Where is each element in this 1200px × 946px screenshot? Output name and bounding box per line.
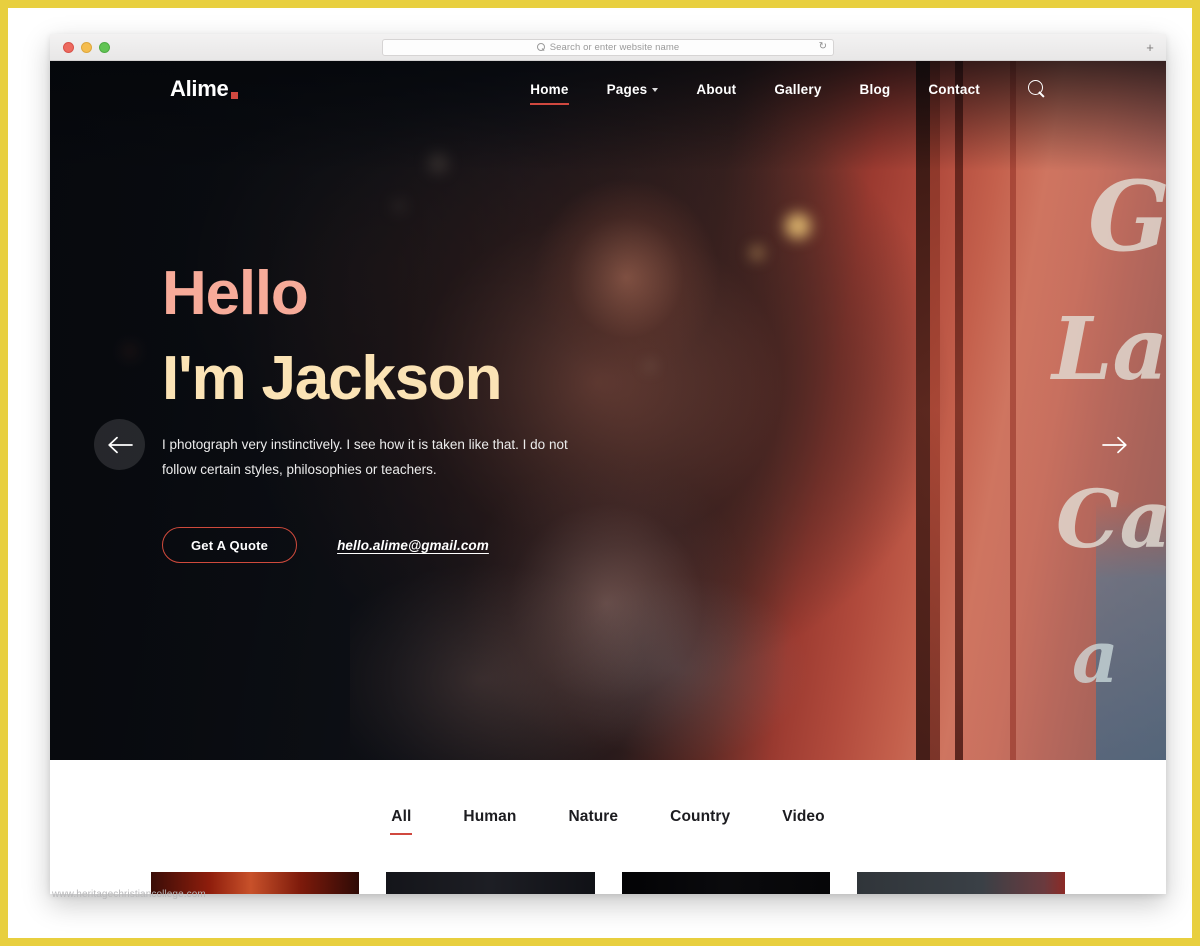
gallery-thumbnail[interactable] — [386, 872, 595, 894]
page-viewport: G La Ca a — [50, 61, 1166, 894]
nav-item-contact[interactable]: Contact — [928, 82, 980, 97]
filter-tab-video[interactable]: Video — [782, 808, 824, 826]
nav-item-label: Contact — [928, 81, 980, 97]
page-frame: Search or enter website name ↻ + Alime H… — [0, 0, 1200, 946]
site-navbar: Alime Home Pages About Gallery Blog Cont… — [50, 61, 1166, 117]
get-a-quote-button[interactable]: Get A Quote — [162, 527, 298, 564]
nav-item-pages[interactable]: Pages — [607, 82, 659, 97]
logo-dot-icon — [231, 92, 239, 99]
site-logo[interactable]: Alime — [170, 76, 239, 102]
slider-next-button[interactable] — [1089, 419, 1140, 470]
close-button[interactable] — [63, 41, 74, 53]
nav-item-label: About — [696, 81, 737, 97]
slider-prev-button[interactable] — [94, 419, 145, 470]
nav-item-label: Blog — [859, 81, 891, 97]
hero-name: I'm Jackson — [162, 344, 502, 414]
browser-titlebar: Search or enter website name ↻ + — [50, 34, 1166, 61]
filter-tab-all[interactable]: All — [391, 808, 411, 826]
arrow-right-icon — [1101, 436, 1127, 453]
hero-section: G La Ca a — [50, 61, 1166, 760]
arrow-left-icon — [107, 436, 133, 453]
site-logo-text: Alime — [170, 76, 229, 101]
nav-item-label: Gallery — [774, 81, 822, 97]
hero-greeting: Hello — [162, 259, 309, 328]
hero-content: Hello I'm Jackson I photograph very inst… — [162, 259, 782, 564]
nav-item-blog[interactable]: Blog — [860, 82, 891, 97]
nav-links: Home Pages About Gallery Blog Contact — [530, 81, 980, 105]
new-tab-button[interactable]: + — [1142, 39, 1158, 55]
address-bar-placeholder: Search or enter website name — [549, 41, 680, 53]
filter-tab-country[interactable]: Country — [670, 808, 730, 826]
gallery-thumbnail-row — [151, 872, 1065, 894]
reload-icon[interactable]: ↻ — [819, 42, 827, 52]
search-icon[interactable] — [1028, 80, 1046, 98]
chevron-down-icon — [652, 88, 659, 92]
address-bar[interactable]: Search or enter website name ↻ — [382, 38, 834, 56]
hero-description: I photograph very instinctively. I see h… — [162, 437, 568, 478]
gallery-section: All Human Nature Country Video — [50, 760, 1166, 894]
nav-item-label: Pages — [606, 81, 648, 97]
page-canvas: Search or enter website name ↻ + Alime H… — [8, 8, 1192, 938]
browser-window: Search or enter website name ↻ + Alime H… — [50, 34, 1166, 894]
minimize-button[interactable] — [81, 41, 92, 53]
watermark-text: www.heritagechristiancollege.com — [52, 889, 206, 900]
gallery-thumbnail[interactable] — [621, 872, 830, 894]
gallery-filter-tabs: All Human Nature Country Video — [50, 760, 1166, 826]
search-icon — [536, 43, 545, 51]
gallery-thumbnail[interactable] — [856, 872, 1065, 894]
filter-tab-nature[interactable]: Nature — [568, 808, 618, 826]
nav-item-gallery[interactable]: Gallery — [774, 82, 821, 97]
window-controls — [63, 41, 110, 53]
nav-item-home[interactable]: Home — [530, 81, 569, 105]
nav-item-label: Home — [530, 81, 569, 97]
email-link[interactable]: hello.alime@gmail.com — [337, 538, 489, 553]
nav-item-about[interactable]: About — [696, 82, 736, 97]
maximize-button[interactable] — [99, 41, 110, 53]
filter-tab-human[interactable]: Human — [463, 808, 516, 826]
hero-cta-row: Get A Quote hello.alime@gmail.com — [162, 527, 782, 564]
